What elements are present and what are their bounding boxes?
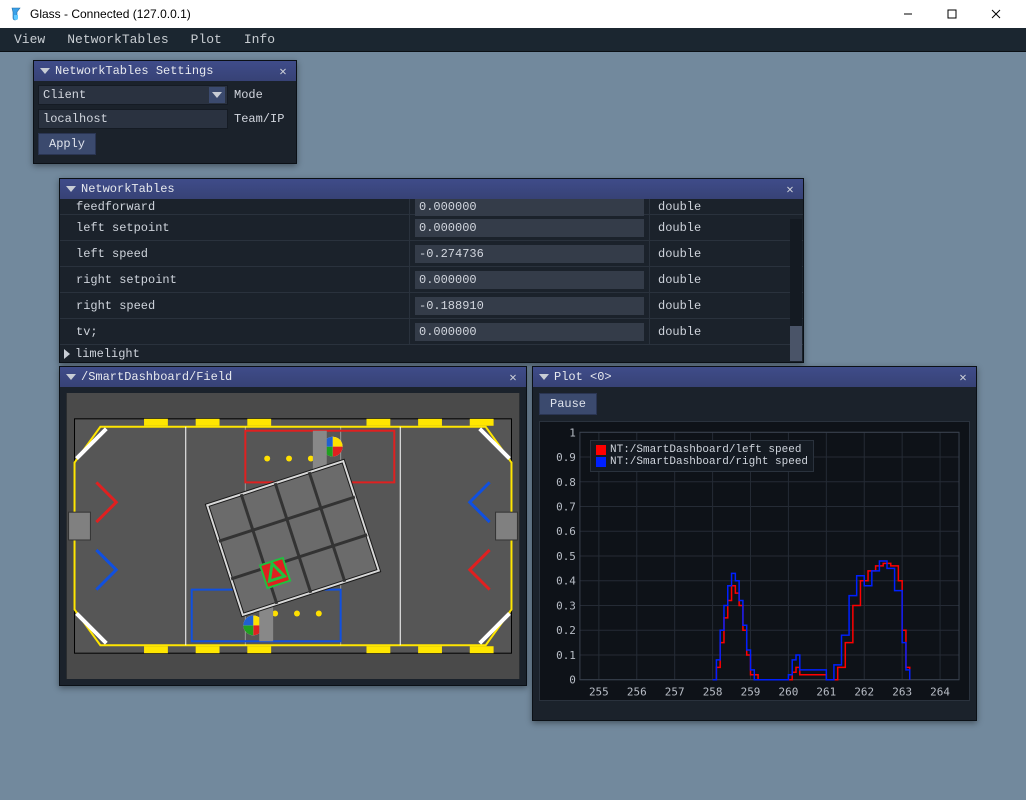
plot-area[interactable]: 0 0.1 0.2 0.3 0.4 0.5 0.6 0.7 0.8 0.9 1 255 256 257 25… [539,421,970,701]
svg-text:262: 262 [854,686,874,699]
close-icon[interactable]: ✕ [956,370,970,384]
svg-text:263: 263 [892,686,912,699]
table-row: tv; 0.000000 double [60,319,803,345]
panel-titlebar[interactable]: NetworkTables ✕ [60,179,803,199]
panel-titlebar[interactable]: NetworkTables Settings ✕ [34,61,296,81]
collapse-icon[interactable] [66,186,76,192]
table-row: right speed -0.188910 double [60,293,803,319]
svg-text:255: 255 [589,686,609,699]
collapse-icon[interactable] [40,68,50,74]
window-titlebar: Glass - Connected (127.0.0.1) [0,0,1026,28]
svg-text:0.9: 0.9 [556,451,576,464]
scrollbar[interactable] [790,219,802,361]
svg-text:259: 259 [741,686,761,699]
team-ip-input[interactable]: localhost [38,109,228,129]
svg-text:260: 260 [779,686,799,699]
panel-titlebar[interactable]: Plot <0> ✕ [533,367,976,387]
value-field[interactable]: 0.000000 [415,271,644,289]
menu-networktables[interactable]: NetworkTables [57,30,178,49]
plot-panel[interactable]: Plot <0> ✕ Pause 00.10.20.30.40.50.60.70… [532,366,977,721]
table-row: left speed -0.274736 double [60,241,803,267]
pause-button[interactable]: Pause [539,393,597,415]
menubar: View NetworkTables Plot Info [0,28,1026,52]
menu-plot[interactable]: Plot [181,30,232,49]
apply-button[interactable]: Apply [38,133,96,155]
panel-title-text: Plot <0> [554,370,951,384]
tree-item-limelight[interactable]: limelight [60,345,803,362]
svg-text:0.1: 0.1 [556,649,576,662]
value-field[interactable]: 0.000000 [415,323,644,341]
panel-titlebar[interactable]: /SmartDashboard/Field ✕ [60,367,526,387]
value-field[interactable]: 0.000000 [415,199,644,216]
collapse-icon[interactable] [539,374,549,380]
mode-combo[interactable]: Client [38,85,228,105]
value-field[interactable]: 0.000000 [415,219,644,237]
menu-view[interactable]: View [4,30,55,49]
nt-panel[interactable]: NetworkTables ✕ feedforward 0.000000 dou… [59,178,804,363]
window-title: Glass - Connected (127.0.0.1) [30,7,886,21]
svg-text:264: 264 [930,686,950,699]
svg-text:261: 261 [816,686,836,699]
svg-text:0.4: 0.4 [556,575,576,588]
team-ip-label: Team/IP [234,112,284,126]
table-row: right setpoint 0.000000 double [60,267,803,293]
menu-info[interactable]: Info [234,30,285,49]
chevron-down-icon [209,87,225,103]
svg-text:258: 258 [703,686,723,699]
table-row: left setpoint 0.000000 double [60,215,803,241]
plot-legend[interactable]: NT:/SmartDashboard/left speed NT:/SmartD… [590,440,814,472]
svg-text:0.6: 0.6 [556,525,576,538]
svg-text:0.7: 0.7 [556,501,576,514]
svg-text:256: 256 [627,686,647,699]
field-panel[interactable]: /SmartDashboard/Field ✕ [59,366,527,686]
legend-swatch-red [596,445,606,455]
svg-text:1: 1 [569,426,576,439]
minimize-button[interactable] [886,0,930,28]
svg-text:0: 0 [569,674,576,687]
close-icon[interactable]: ✕ [783,182,797,196]
collapse-icon[interactable] [66,374,76,380]
scrollbar-thumb[interactable] [790,326,802,362]
svg-text:0.5: 0.5 [556,550,576,563]
close-button[interactable] [974,0,1018,28]
svg-text:0.2: 0.2 [556,624,576,637]
svg-text:0.8: 0.8 [556,476,576,489]
nt-settings-panel[interactable]: NetworkTables Settings ✕ Client Mode loc… [33,60,297,164]
svg-text:0.3: 0.3 [556,599,576,612]
workspace: NetworkTables Settings ✕ Client Mode loc… [0,52,1026,800]
table-row: feedforward 0.000000 double [60,199,803,215]
value-field[interactable]: -0.274736 [415,245,644,263]
panel-title-text: NetworkTables Settings [55,64,271,78]
mode-label: Mode [234,88,263,102]
close-icon[interactable]: ✕ [276,64,290,78]
chevron-right-icon [64,349,70,359]
panel-title-text: NetworkTables [81,182,778,196]
close-icon[interactable]: ✕ [506,370,520,384]
mode-value: Client [43,88,86,102]
maximize-button[interactable] [930,0,974,28]
panel-title-text: /SmartDashboard/Field [81,370,501,384]
svg-text:257: 257 [665,686,685,699]
field-visualization[interactable] [66,393,520,679]
value-field[interactable]: -0.188910 [415,297,644,315]
app-icon [8,6,24,22]
legend-swatch-blue [596,457,606,467]
